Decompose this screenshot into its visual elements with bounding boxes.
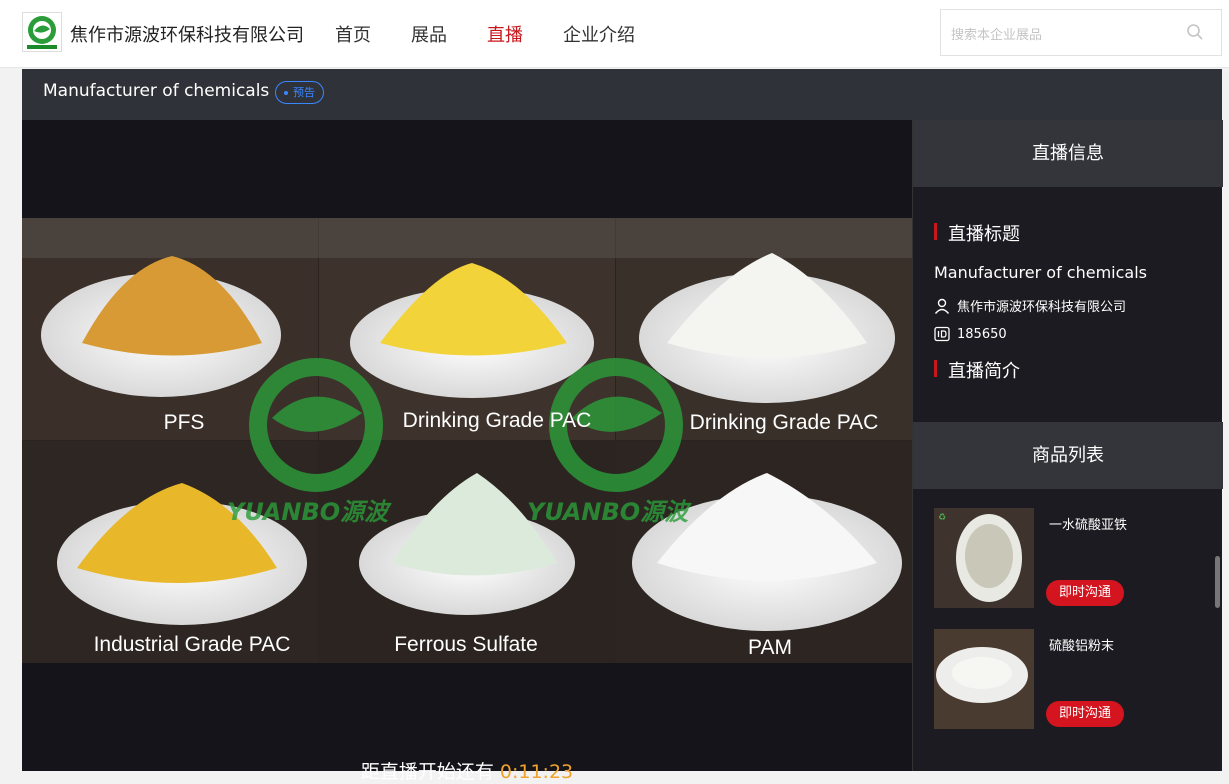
- product-list-header: 商品列表: [913, 422, 1223, 489]
- search-input[interactable]: [951, 23, 1171, 45]
- product-name[interactable]: 硫酸铝粉末: [1049, 635, 1114, 654]
- main-nav: 首页 展品 直播 企业介绍: [335, 21, 675, 47]
- cover-label: Drinking Grade PAC: [403, 409, 592, 432]
- product-thumbnail[interactable]: ♻: [934, 508, 1034, 608]
- instant-chat-button[interactable]: 即时沟通: [1046, 580, 1124, 606]
- company-logo[interactable]: [22, 12, 62, 52]
- id-row: 185650: [934, 326, 1007, 342]
- nav-home[interactable]: 首页: [335, 21, 371, 47]
- instant-chat-button[interactable]: 即时沟通: [1046, 701, 1124, 727]
- user-icon: [934, 298, 950, 314]
- host-row: 焦作市源波环保科技有限公司: [934, 296, 1126, 315]
- stream-title: Manufacturer of chemicals: [43, 81, 270, 101]
- product-thumbnail[interactable]: [934, 629, 1034, 729]
- status-badge: 预告: [275, 81, 324, 104]
- cover-label: Ferrous Sulfate: [394, 633, 538, 656]
- company-name[interactable]: 焦作市源波环保科技有限公司: [70, 21, 304, 47]
- search-box: [940, 9, 1222, 56]
- product-name[interactable]: 一水硫酸亚铁: [1049, 514, 1127, 533]
- live-info-sidebar: 直播信息 直播标题 Manufacturer of chemicals 焦作市源…: [912, 120, 1223, 771]
- id-card-icon: [934, 326, 950, 342]
- countdown-label: 距直播开始还有: [360, 761, 494, 783]
- svg-text:♻: ♻: [938, 513, 946, 523]
- stream-title-value: Manufacturer of chemicals: [934, 263, 1147, 282]
- stream-title-bar: Manufacturer of chemicals 预告: [22, 69, 1222, 120]
- cover-label: Drinking Grade PAC: [690, 411, 879, 434]
- top-navigation-bar: 焦作市源波环保科技有限公司 首页 展品 直播 企业介绍: [0, 0, 1229, 68]
- nav-company-intro[interactable]: 企业介绍: [563, 21, 635, 47]
- product-item[interactable]: 硫酸铝粉末 即时沟通: [934, 629, 1214, 729]
- nav-exhibits[interactable]: 展品: [411, 21, 447, 47]
- badge-dot-icon: [284, 90, 288, 95]
- status-badge-label: 预告: [293, 86, 315, 99]
- stream-intro-label: 直播简介: [934, 357, 1020, 383]
- video-player[interactable]: YUANBO源波 YUANBO源波 PFS Drinking Grade PAC…: [22, 120, 912, 783]
- cover-label: PFS: [164, 411, 205, 434]
- stream-id: 185650: [957, 326, 1007, 342]
- product-item[interactable]: ♻ 一水硫酸亚铁 即时沟通: [934, 508, 1214, 608]
- product-list-scrollbar[interactable]: [1215, 556, 1220, 608]
- stream-cover-image: YUANBO源波 YUANBO源波 PFS Drinking Grade PAC…: [22, 218, 912, 663]
- cover-label: Industrial Grade PAC: [94, 633, 291, 656]
- watermark-text: YUANBO源波: [227, 498, 392, 526]
- host-name: 焦作市源波环保科技有限公司: [957, 300, 1127, 315]
- stream-title-label: 直播标题: [934, 220, 1020, 246]
- cover-label: PAM: [748, 636, 792, 659]
- live-room: Manufacturer of chemicals 预告 YUANBO源波 YU…: [22, 69, 1223, 783]
- search-icon[interactable]: [1186, 23, 1204, 41]
- live-info-header: 直播信息: [913, 120, 1223, 187]
- watermark-text: YUANBO源波: [527, 498, 692, 526]
- countdown-time: 0:11:23: [499, 761, 574, 783]
- nav-live[interactable]: 直播: [487, 21, 523, 47]
